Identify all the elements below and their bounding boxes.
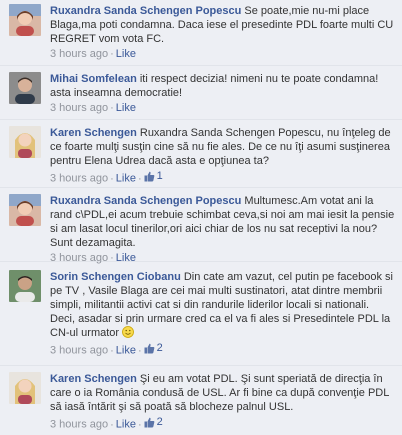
avatar[interactable]	[9, 372, 41, 404]
meta-separator: ·	[110, 172, 114, 185]
smiley-emoji-icon	[122, 326, 135, 338]
meta-separator: ·	[110, 102, 114, 114]
comment: Karen Schengen Ruxandra Sanda Schengen P…	[0, 120, 402, 188]
like-button[interactable]: Like	[116, 48, 136, 60]
like-button[interactable]: Like	[116, 173, 136, 185]
thumbs-up-icon	[144, 417, 155, 427]
comment: Mihai Somfelean iti respect decizia! nim…	[0, 66, 402, 120]
comment-meta: 3 hours ago · Like	[50, 101, 396, 115]
meta-separator: ·	[110, 48, 114, 60]
like-count[interactable]: 1	[144, 169, 163, 183]
comment: Sorin Schengen Ciobanu Din cate am vazut…	[0, 262, 402, 366]
comment-body: Sorin Schengen Ciobanu Din cate am vazut…	[50, 270, 396, 358]
blonde-woman-avatar-icon	[9, 126, 41, 158]
avatar[interactable]	[9, 194, 41, 226]
man-avatar-2-icon	[9, 270, 41, 302]
like-button[interactable]: Like	[116, 419, 136, 431]
like-button[interactable]: Like	[116, 102, 136, 114]
comment-body: Karen Schengen Ruxandra Sanda Schengen P…	[50, 126, 396, 186]
avatar[interactable]	[9, 72, 41, 104]
comment-author-link[interactable]: Sorin Schengen Ciobanu	[50, 271, 181, 283]
avatar[interactable]	[9, 126, 41, 158]
like-count[interactable]: 2	[144, 341, 163, 355]
comment-timestamp[interactable]: 3 hours ago	[50, 345, 108, 357]
comment-meta: 3 hours ago · Like	[50, 47, 396, 61]
like-count-number: 1	[156, 170, 163, 182]
comment: Karen Schengen Şi eu am votat PDL. Şi su…	[0, 366, 402, 435]
like-button[interactable]: Like	[116, 345, 136, 357]
woman-avatar-icon	[9, 194, 41, 226]
comment-body: Ruxandra Sanda Schengen Popescu Se poate…	[50, 4, 396, 61]
meta-separator: ·	[137, 418, 142, 431]
like-count-number: 2	[156, 416, 163, 428]
comment-author-link[interactable]: Ruxandra Sanda Schengen Popescu	[50, 5, 241, 17]
comment-meta: 3 hours ago · Like · 1	[50, 169, 396, 186]
comment: Ruxandra Sanda Schengen Popescu Multumes…	[0, 188, 402, 265]
comment-author-link[interactable]: Ruxandra Sanda Schengen Popescu	[50, 195, 241, 207]
meta-separator: ·	[137, 344, 142, 357]
comment-timestamp[interactable]: 3 hours ago	[50, 173, 108, 185]
comment-timestamp[interactable]: 3 hours ago	[50, 419, 108, 431]
comment-list: Ruxandra Sanda Schengen Popescu Se poate…	[0, 0, 402, 435]
comment-author-link[interactable]: Karen Schengen	[50, 373, 137, 385]
thumbs-up-icon	[144, 171, 155, 181]
like-count[interactable]: 2	[144, 415, 163, 429]
like-count-number: 2	[156, 342, 163, 354]
comment-body: Ruxandra Sanda Schengen Popescu Multumes…	[50, 194, 396, 265]
comment-meta: 3 hours ago · Like · 2	[50, 415, 396, 432]
comment-author-link[interactable]: Mihai Somfelean	[50, 73, 137, 85]
avatar[interactable]	[9, 4, 41, 36]
comment-body: Karen Schengen Şi eu am votat PDL. Şi su…	[50, 372, 396, 432]
comment: Ruxandra Sanda Schengen Popescu Se poate…	[0, 0, 402, 66]
blonde-woman-avatar-icon	[9, 372, 41, 404]
meta-separator: ·	[110, 344, 114, 357]
comment-timestamp[interactable]: 3 hours ago	[50, 48, 108, 60]
woman-avatar-icon	[9, 4, 41, 36]
comment-meta: 3 hours ago · Like · 2	[50, 341, 396, 358]
comment-body: Mihai Somfelean iti respect decizia! nim…	[50, 72, 396, 115]
comment-author-link[interactable]: Karen Schengen	[50, 127, 137, 139]
avatar[interactable]	[9, 270, 41, 302]
meta-separator: ·	[137, 172, 142, 185]
meta-separator: ·	[110, 418, 114, 431]
man-avatar-icon	[9, 72, 41, 104]
comment-timestamp[interactable]: 3 hours ago	[50, 102, 108, 114]
thumbs-up-icon	[144, 343, 155, 353]
